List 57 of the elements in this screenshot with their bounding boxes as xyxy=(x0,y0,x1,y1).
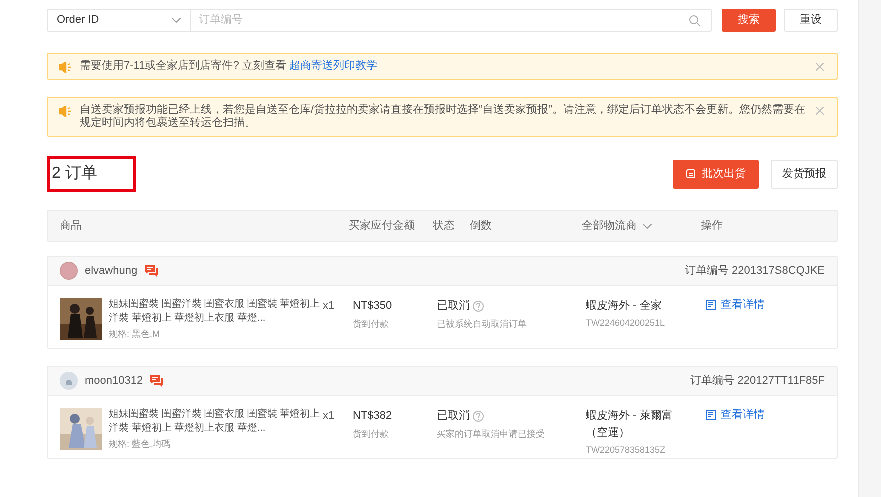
search-icon[interactable] xyxy=(689,14,701,26)
view-details-link[interactable]: 查看详情 xyxy=(706,408,765,422)
search-field[interactable]: Order ID 订单编号 xyxy=(47,9,712,32)
carrier: 蝦皮海外 - 萊爾富（空運） xyxy=(586,408,674,441)
document-icon xyxy=(706,410,716,420)
price: NT$350 xyxy=(353,299,394,314)
forecast-button[interactable]: 发货预报 xyxy=(771,160,838,188)
help-icon[interactable] xyxy=(473,300,484,312)
quantity: x1 xyxy=(323,299,336,314)
column-header: 状态 xyxy=(433,218,456,234)
chat-icon[interactable] xyxy=(144,265,158,277)
product-title: 姐妹閨蜜裝 閨蜜洋裝 閨蜜衣服 閨蜜裝 華燈初上洋裝 華燈初上 華燈初上衣服 華燈... xyxy=(109,408,322,436)
notice-text: 自送卖家预报功能已经上线，若您是自送至仓库/货拉拉的卖家请直接在预报时选择“自送卖家预报”。请注意，绑定后订单状态不会更新。您仍然需要在规定时间内将包裹送至转运仓扫描。 xyxy=(80,104,806,130)
tracking-number: TW224604200251L xyxy=(586,317,666,330)
printer-icon xyxy=(686,169,696,179)
product-spec: 规格: 藍色,均碼 xyxy=(109,438,172,451)
tracking-number: TW220578358135Z xyxy=(586,444,667,457)
column-header: 倒数 xyxy=(470,218,493,234)
chat-icon[interactable] xyxy=(150,375,164,387)
payment-method: 货到付款 xyxy=(353,428,390,440)
chevron-down-icon xyxy=(172,18,181,23)
chevron-down-icon xyxy=(643,224,652,228)
tutorial-link[interactable]: 超商寄送列印教学 xyxy=(289,60,378,72)
order-input[interactable]: 订单编号 xyxy=(191,12,689,29)
close-icon[interactable] xyxy=(816,107,824,115)
quantity: x1 xyxy=(323,409,336,424)
field-select[interactable]: Order ID xyxy=(57,12,100,29)
reset-button[interactable]: 重设 xyxy=(784,9,838,32)
column-header: 操作 xyxy=(701,218,723,234)
order-status: 已取消 xyxy=(437,409,470,424)
close-icon[interactable] xyxy=(816,63,824,71)
order-number: 订单编号 220127TT11F85F xyxy=(690,374,825,389)
order-status: 已取消 xyxy=(437,299,470,314)
buyer-name: moon10312 xyxy=(85,374,144,389)
view-details-link[interactable]: 查看详情 xyxy=(706,298,765,312)
speaker-icon xyxy=(59,62,72,73)
column-header[interactable]: 全部物流商 xyxy=(582,218,701,234)
order-count: 2 订单 xyxy=(52,164,98,184)
payment-method: 货到付款 xyxy=(353,318,390,330)
column-header: 买家应付金额 xyxy=(349,218,416,234)
product-title: 姐妹閨蜜裝 閨蜜洋裝 閨蜜衣服 閨蜜裝 華燈初上洋裝 華燈初上 華燈初上衣服 華燈... xyxy=(109,298,322,326)
status-note: 买家的订单取消申请已接受 xyxy=(437,428,546,440)
avatar xyxy=(60,262,78,280)
avatar xyxy=(60,372,78,390)
document-icon xyxy=(706,300,716,310)
speaker-icon xyxy=(59,106,72,117)
column-header: 商品 xyxy=(60,218,83,234)
batch-ship-button[interactable]: 批次出货 xyxy=(673,160,759,188)
help-icon[interactable] xyxy=(473,410,484,422)
buyer-name: elvawhung xyxy=(85,264,138,279)
carrier: 蝦皮海外 - 全家 xyxy=(586,298,663,314)
search-button[interactable]: 搜索 xyxy=(722,9,776,32)
price: NT$382 xyxy=(353,409,394,424)
product-spec: 规格: 黑色,M xyxy=(109,328,161,341)
order-number: 订单编号 2201317S8CQJKE xyxy=(684,264,825,279)
notice-text: 需要使用7-11或全家店到店寄件? 立刻查看 超商寄送列印教学 xyxy=(80,60,378,73)
status-note: 已被系统自动取消订单 xyxy=(437,318,528,330)
